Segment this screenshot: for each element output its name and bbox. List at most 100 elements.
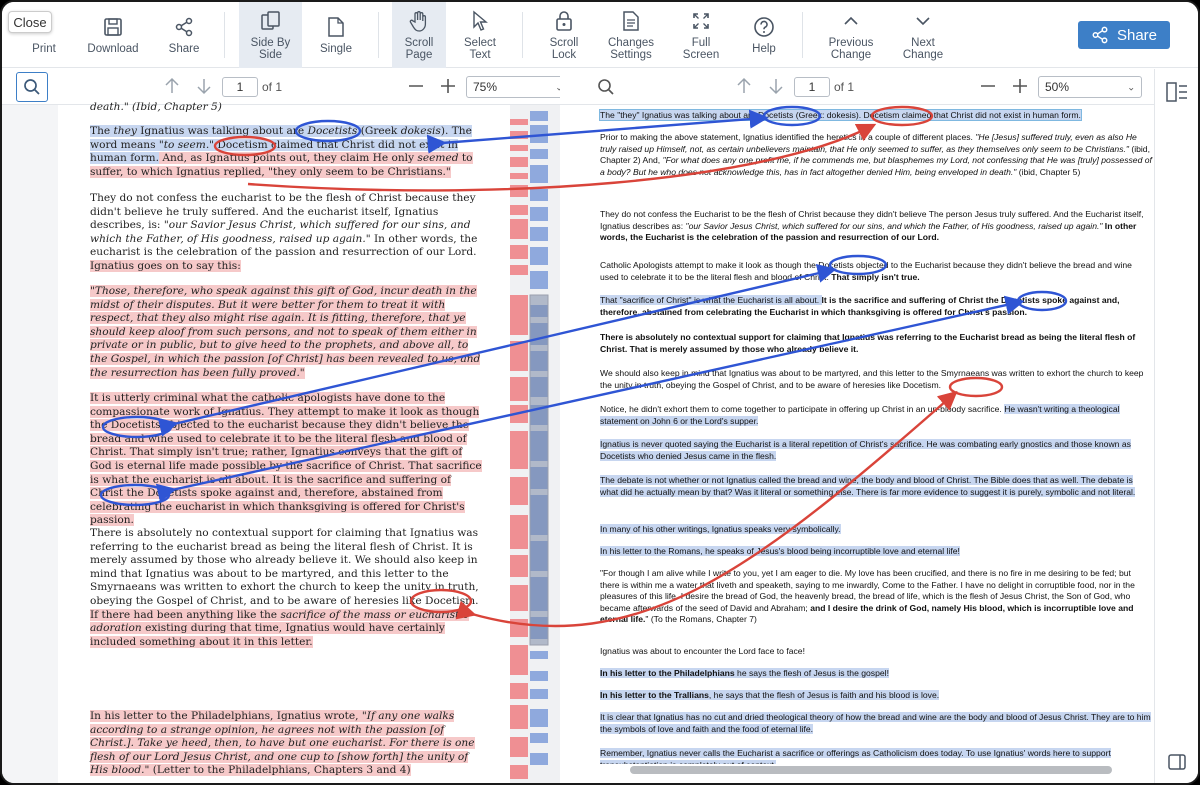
- right-p14-text: Ignatius was about to encounter the Lord…: [600, 646, 805, 656]
- save-disk-icon: [101, 15, 125, 39]
- right-p15-text: In his letter to the Philadelphians: [600, 668, 735, 678]
- share-icon: [172, 15, 196, 39]
- right-paragraph-5: That "sacrifice of Christ" is what the E…: [600, 295, 1152, 318]
- panel-toggle-icon[interactable]: [1167, 753, 1187, 776]
- change-minimap-bars: [510, 111, 549, 779]
- right-p3-quote: "our Savior Jesus Christ, which suffered…: [685, 220, 1103, 231]
- left-p1-text: (Greek: [357, 125, 401, 137]
- right-p16-text: In his letter to the Trallians: [600, 690, 709, 700]
- change-minimap[interactable]: [510, 105, 560, 783]
- right-paragraph-8: Notice, he didn't exhort them to come to…: [600, 404, 1152, 427]
- right-navigation-bar: 1 of 1 50%: [560, 69, 1154, 105]
- download-button[interactable]: Download: [82, 2, 144, 68]
- right-side-rail: [1154, 69, 1198, 783]
- left-p1-text: Ignatius was talking about are: [136, 125, 308, 137]
- right-p4-text: That simply isn't true.: [831, 271, 920, 282]
- toolbar: Close Print Download Share Side By Side: [2, 2, 1198, 68]
- right-p2-text: Prior to making the above statement, Ign…: [600, 132, 976, 142]
- full-screen-button[interactable]: Full Screen: [674, 2, 728, 68]
- right-p17-text: It is clear that Ignatius has no cut and…: [600, 712, 1151, 734]
- changes-settings-button[interactable]: Changes Settings: [600, 2, 662, 68]
- single-button[interactable]: Single: [308, 2, 364, 68]
- left-page-gutter: [2, 105, 58, 783]
- left-p1-text: they: [113, 125, 137, 137]
- left-p1-text: The: [90, 125, 114, 137]
- document-outline-icon[interactable]: [1165, 81, 1189, 108]
- left-page-count: of 1: [262, 80, 283, 94]
- right-p6-text: There is absolutely no contextual suppor…: [600, 332, 1136, 354]
- right-paragraph-14: Ignatius was about to encounter the Lord…: [600, 646, 1152, 658]
- left-paragraph-4: It is utterly criminal what the catholic…: [90, 392, 482, 528]
- right-zoom-in-icon[interactable]: [1010, 75, 1030, 97]
- scroll-lock-label-1: Scroll: [549, 37, 579, 49]
- expand-icon: [689, 9, 713, 33]
- side-by-side-label-1: Side By: [250, 37, 291, 49]
- horizontal-scrollbar[interactable]: [630, 766, 1112, 774]
- left-search-button[interactable]: [16, 72, 48, 102]
- right-p1-text: The "they" Ignatius was talking about ar…: [599, 109, 1082, 121]
- left-p2-text: Ignatius goes on to say this:: [90, 259, 241, 272]
- share-button-label: Share: [1116, 26, 1158, 44]
- share-button[interactable]: Share: [1078, 21, 1170, 49]
- toolbar-separator: [802, 12, 803, 58]
- chevron-up-icon: [839, 9, 863, 33]
- right-page-number-input[interactable]: 1: [794, 77, 830, 97]
- right-zoom-out-icon[interactable]: [978, 75, 998, 97]
- right-page-down-arrow-icon[interactable]: [766, 75, 786, 97]
- print-label: Print: [32, 43, 56, 55]
- single-label: Single: [320, 43, 352, 55]
- previous-change-button[interactable]: Previous Change: [820, 2, 882, 68]
- left-zoom-in-icon[interactable]: [438, 75, 458, 97]
- left-p1-text: dokesis: [400, 125, 441, 137]
- right-paragraph-1: The "they" Ignatius was talking about ar…: [599, 109, 1152, 122]
- right-p2-text: (ibid, Chapter 5): [1016, 166, 1081, 177]
- right-zoom-select[interactable]: 50%: [1038, 76, 1142, 98]
- left-navigation-bar: 1 of 1 75%: [2, 69, 570, 105]
- right-p8-text: Notice, he didn't exhort them to come to…: [600, 404, 1005, 414]
- left-paragraph-6: In his letter to the Philadelphians, Ign…: [90, 710, 482, 778]
- next-change-button[interactable]: Next Change: [894, 2, 952, 68]
- hand-icon: [407, 9, 431, 33]
- left-page-down-arrow-icon[interactable]: [194, 75, 214, 97]
- scroll-lock-button[interactable]: Scroll Lock: [538, 2, 590, 68]
- close-button[interactable]: Close: [8, 11, 52, 33]
- single-document-icon: [324, 15, 348, 39]
- right-paragraph-10: The debate is not whether or not Ignatiu…: [600, 475, 1152, 498]
- scroll-page-label-1: Scroll: [404, 37, 434, 49]
- scroll-page-button[interactable]: Scroll Page: [392, 2, 446, 68]
- left-zoom-select[interactable]: 75%: [466, 76, 570, 98]
- toolbar-separator: [522, 12, 523, 58]
- settings-document-icon: [619, 9, 643, 33]
- help-button[interactable]: Help: [740, 2, 788, 68]
- right-page-count: of 1: [834, 80, 855, 94]
- cursor-arrow-icon: [468, 9, 492, 33]
- side-by-side-label-2: Side: [258, 49, 283, 61]
- share-toolbar-button[interactable]: Share: [160, 2, 208, 68]
- right-p9-text: Ignatius is never quoted saying the Euch…: [600, 439, 1131, 461]
- toolbar-separator: [378, 12, 379, 58]
- search-icon: [598, 79, 614, 95]
- right-p5-text: That "sacrifice of Christ" is what the E…: [600, 295, 822, 305]
- select-text-label-2: Text: [469, 49, 491, 61]
- side-by-side-icon: [259, 9, 283, 33]
- right-paragraph-12: In his letter to the Romans, he speaks o…: [600, 546, 1152, 558]
- right-paragraph-9: Ignatius is never quoted saying the Euch…: [600, 439, 1152, 462]
- left-paragraph-1: The they Ignatius was talking about are …: [90, 125, 482, 179]
- toolbar-separator: [224, 12, 225, 58]
- side-by-side-button[interactable]: Side By Side: [239, 2, 302, 68]
- left-zoom-out-icon[interactable]: [406, 75, 426, 97]
- full-screen-label-2: Screen: [682, 49, 720, 61]
- scroll-lock-label-2: Lock: [551, 49, 577, 61]
- left-page-up-arrow-icon[interactable]: [162, 75, 182, 97]
- help-icon: [752, 15, 776, 39]
- right-page-up-arrow-icon[interactable]: [734, 75, 754, 97]
- full-screen-label-1: Full: [691, 37, 711, 49]
- left-page-number-input[interactable]: 1: [222, 77, 258, 97]
- right-p18-text: Remember, Ignatius never calls the Eucha…: [600, 748, 1111, 764]
- select-text-button[interactable]: Select Text: [454, 2, 506, 68]
- help-label: Help: [752, 43, 776, 55]
- right-search-button[interactable]: [594, 75, 618, 99]
- right-p16-text: , he says that the flesh of Jesus is fai…: [708, 690, 940, 700]
- previous-change-label-1: Previous: [828, 37, 874, 49]
- left-p3-quote: "Those, therefore, who speak against thi…: [90, 285, 481, 379]
